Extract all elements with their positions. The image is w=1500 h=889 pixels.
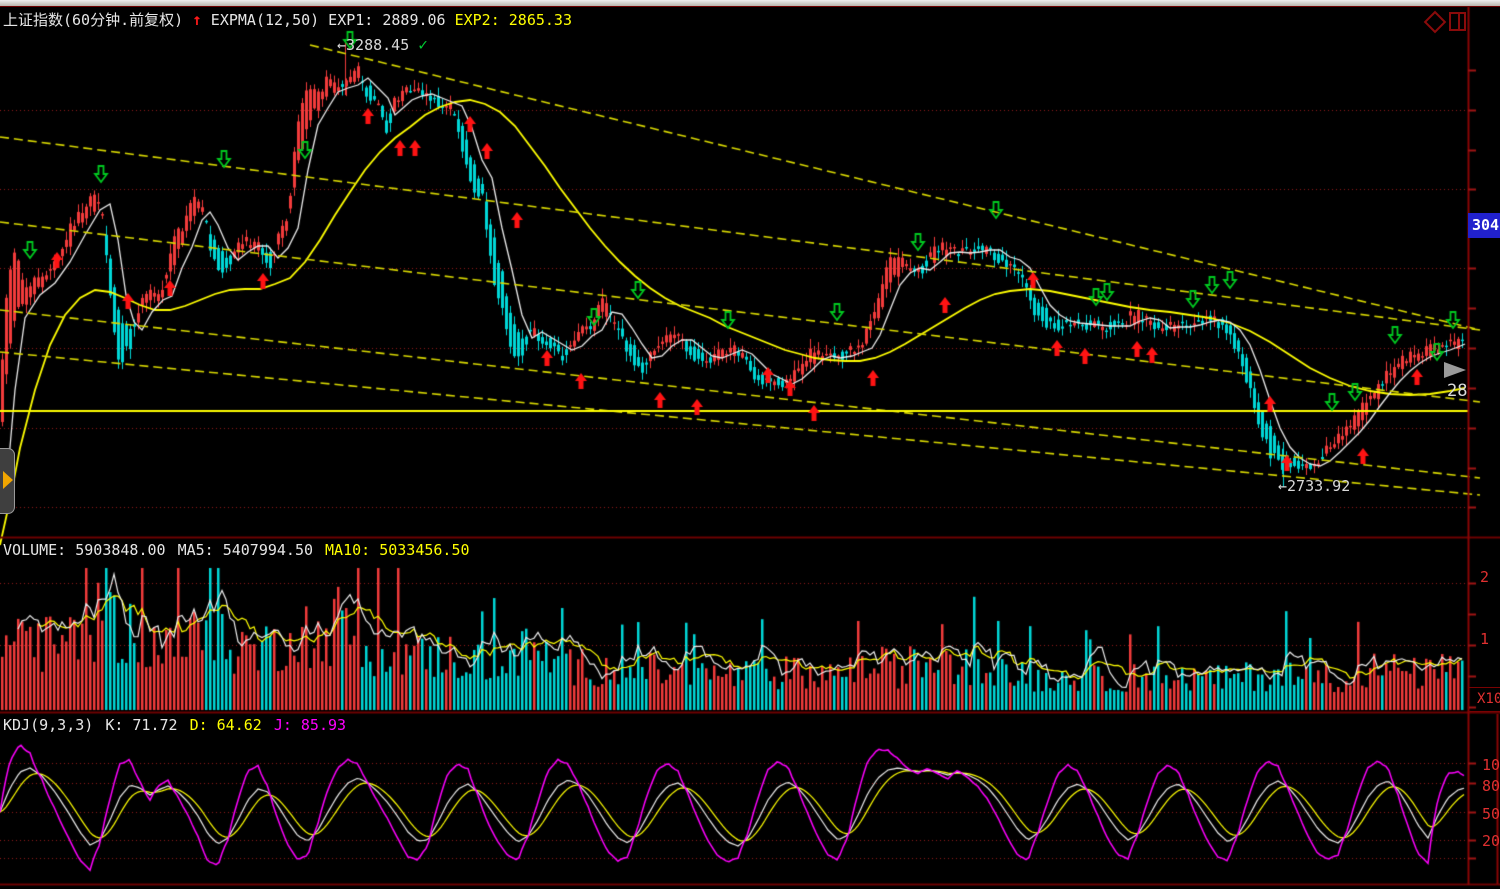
expand-arrow-icon xyxy=(3,471,13,489)
split-window-icon[interactable] xyxy=(1449,12,1466,31)
chart-canvas[interactable] xyxy=(0,0,1500,889)
window-title-bar xyxy=(0,0,1500,7)
collapse-handle[interactable] xyxy=(0,448,15,514)
stock-chart-window: 上证指数(60分钟.前复权) ↑ EXPMA(12,50) EXP1: 2889… xyxy=(0,0,1500,889)
